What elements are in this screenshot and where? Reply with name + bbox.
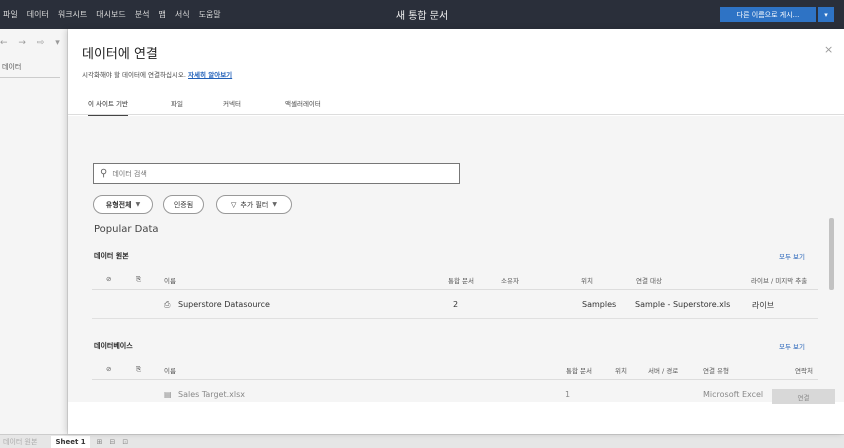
certified-column-icon[interactable]: ⊘ xyxy=(106,275,111,283)
chevron-down-icon: ▼ xyxy=(272,201,277,208)
database-file-icon: ▤ xyxy=(164,390,172,399)
top-bar: 파일 데이터 워크시트 대시보드 분석 맵 서식 도움말 새 통합 문서 다른 … xyxy=(0,0,844,29)
learn-more-link[interactable]: 자세히 알아보기 xyxy=(188,71,232,79)
datasource-connected-to: Sample - Superstore.xls xyxy=(635,300,731,309)
popular-data-heading: Popular Data xyxy=(94,224,159,235)
column-header-workbooks[interactable]: 통합 문서 xyxy=(566,365,592,375)
certified-column-icon[interactable]: ⊘ xyxy=(106,365,111,373)
menu-analysis[interactable]: 분석 xyxy=(135,9,150,20)
vertical-scrollbar[interactable] xyxy=(829,218,834,388)
column-header-contact[interactable]: 연락처 xyxy=(795,365,813,375)
database-workbooks: 1 xyxy=(565,390,571,399)
menu-file[interactable]: 파일 xyxy=(3,9,18,20)
publish-dropdown-icon[interactable]: ▾ xyxy=(818,7,834,22)
connect-button[interactable]: 연결 xyxy=(772,389,835,404)
datasource-icon: ⎙ xyxy=(164,300,171,309)
more-filters-label: 추가 필터 xyxy=(240,200,269,209)
workspace-toolbar[interactable]: ← → ⇨ ▾ xyxy=(0,38,64,48)
type-filter-label: 유형전체 xyxy=(105,200,132,209)
column-header-owner[interactable]: 소유자 xyxy=(501,275,519,285)
column-header-server-path[interactable]: 서버 / 경로 xyxy=(648,365,678,375)
data-sources-see-all-link[interactable]: 모두 보기 xyxy=(779,251,805,261)
dialog-content: ⚲ 유형전체 ▼ 인증됨 ▽ 추가 필터 ▼ Popular Data 데이터 … xyxy=(68,116,844,402)
connect-data-dialog: 데이터에 연결 × 시각화해야 할 데이터에 연결하십시오. 자세히 알아보기 … xyxy=(68,29,844,434)
data-sources-title: 데이터 원본 xyxy=(94,252,129,260)
subtitle-text: 시각화해야 할 데이터에 연결하십시오. xyxy=(82,71,186,79)
type-column-icon[interactable]: ⎘ xyxy=(136,365,141,374)
tab-files[interactable]: 파일 xyxy=(171,98,183,108)
dialog-title: 데이터에 연결 xyxy=(82,47,158,62)
scrollbar-thumb[interactable] xyxy=(829,218,834,290)
column-header-name[interactable]: 이름 xyxy=(164,365,176,375)
datasource-location: Samples xyxy=(582,300,617,309)
data-search-box[interactable]: ⚲ xyxy=(93,163,460,184)
menu-worksheet[interactable]: 워크시트 xyxy=(58,9,87,20)
column-header-location[interactable]: 위치 xyxy=(581,275,593,285)
database-name[interactable]: Sales Target.xlsx xyxy=(178,390,245,399)
menu-map[interactable]: 맵 xyxy=(158,9,165,20)
table-row[interactable]: ▤ Sales Target.xlsx 1 Microsoft Excel 없음 xyxy=(92,381,818,402)
data-sources-header: ⊘ ⎘ 이름 통합 문서 소유자 위치 연결 대상 라이브 / 미지막 추출 xyxy=(92,268,818,290)
chevron-down-icon: ▼ xyxy=(135,201,141,208)
datasource-workbooks: 2 xyxy=(453,300,459,309)
publish-as-button[interactable]: 다른 이름으로 게시... xyxy=(720,7,816,22)
type-filter-dropdown[interactable]: 유형전체 ▼ xyxy=(93,195,153,214)
table-row[interactable]: ⎙ Superstore Datasource 2 Samples Sample… xyxy=(92,291,818,319)
new-worksheet-icon[interactable]: ⊞ xyxy=(97,438,103,446)
tab-accelerators[interactable]: 액셀러레이터 xyxy=(285,98,321,108)
data-source-tab[interactable]: 데이터 원본 xyxy=(3,437,37,447)
workspace-left-pane: ← → ⇨ ▾ 데이터 xyxy=(0,29,68,434)
search-icon: ⚲ xyxy=(100,168,108,179)
database-connection-type: Microsoft Excel xyxy=(703,390,764,399)
datasource-live-extract: 라이브 xyxy=(752,301,775,310)
menu-dashboard[interactable]: 대시보드 xyxy=(96,9,125,20)
column-header-location[interactable]: 위치 xyxy=(615,365,627,375)
certified-filter-button[interactable]: 인증됨 xyxy=(163,195,204,214)
more-filters-dropdown[interactable]: ▽ 추가 필터 ▼ xyxy=(216,195,292,214)
filter-icon: ▽ xyxy=(230,200,237,209)
data-pane-tab[interactable]: 데이터 xyxy=(0,62,60,78)
databases-title: 데이터베이스 xyxy=(94,342,133,350)
new-dashboard-icon[interactable]: ⊟ xyxy=(110,438,116,446)
column-header-workbooks[interactable]: 통합 문서 xyxy=(448,275,474,285)
data-search-input[interactable] xyxy=(112,169,413,178)
source-tabs: 이 사이트 기반 파일 커넥터 액셀러레이터 xyxy=(68,93,844,117)
menu-help[interactable]: 도움말 xyxy=(199,9,221,20)
column-header-connection-type[interactable]: 연결 유형 xyxy=(703,365,729,375)
datasource-name[interactable]: Superstore Datasource xyxy=(178,300,270,309)
column-header-name[interactable]: 이름 xyxy=(164,275,176,285)
tab-connectors[interactable]: 커넥터 xyxy=(223,98,241,108)
column-header-connected-to[interactable]: 연결 대상 xyxy=(636,275,662,285)
databases-see-all-link[interactable]: 모두 보기 xyxy=(779,341,805,351)
menu-data[interactable]: 데이터 xyxy=(27,9,49,20)
close-icon[interactable]: × xyxy=(824,43,833,56)
new-story-icon[interactable]: ⊡ xyxy=(122,438,128,446)
column-header-live-extract[interactable]: 라이브 / 미지막 추출 xyxy=(751,275,807,285)
tab-on-this-site[interactable]: 이 사이트 기반 xyxy=(88,98,129,117)
dialog-subtitle: 시각화해야 할 데이터에 연결하십시오. 자세히 알아보기 xyxy=(82,69,232,79)
type-column-icon[interactable]: ⎘ xyxy=(136,275,141,284)
certified-filter-label: 인증됨 xyxy=(173,200,194,209)
menu-format[interactable]: 서식 xyxy=(175,9,190,20)
databases-header: ⊘ ⎘ 이름 통합 문서 위치 서버 / 경로 연결 유형 연락처 xyxy=(92,358,818,380)
sheet-tabs-bar: 데이터 원본 Sheet 1 ⊞ ⊟ ⊡ xyxy=(0,434,844,448)
sheet-tab[interactable]: Sheet 1 xyxy=(51,435,90,448)
main-menu: 파일 데이터 워크시트 대시보드 분석 맵 서식 도움말 xyxy=(0,0,221,29)
